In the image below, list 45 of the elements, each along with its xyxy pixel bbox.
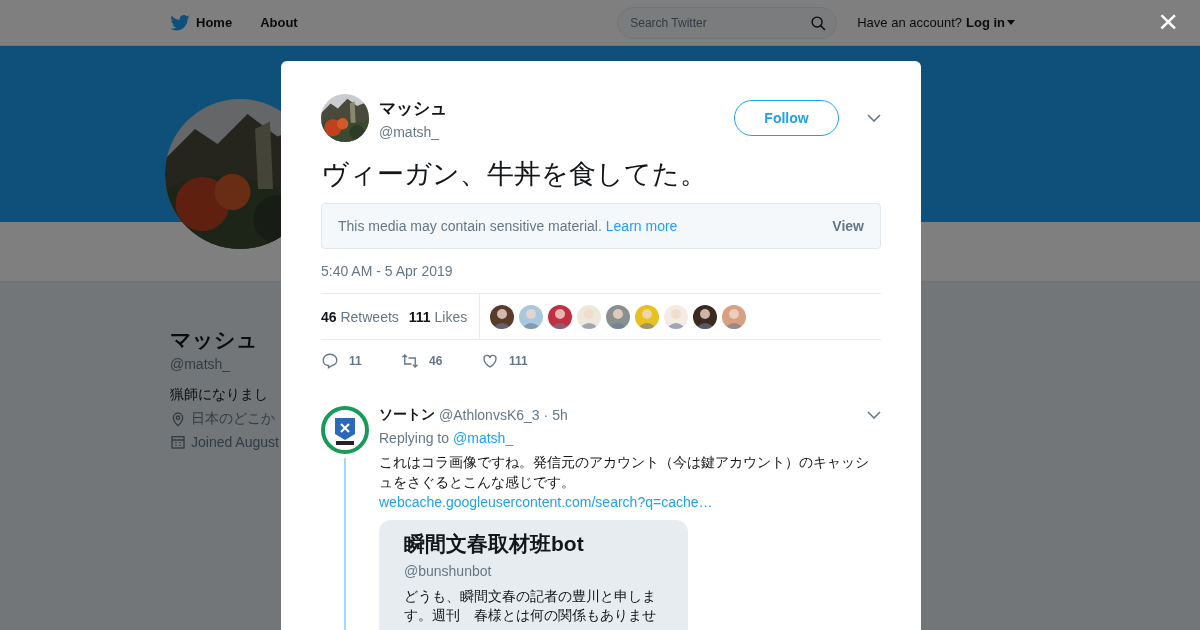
calendar-icon (170, 434, 186, 450)
close-button[interactable]: × (1158, 4, 1178, 38)
learn-more-link[interactable]: Learn more (605, 218, 678, 234)
search-icon (810, 14, 828, 32)
chevron-down-icon[interactable] (867, 114, 881, 122)
tweet-text: ヴィーガン、牛丼を食してた。 (321, 158, 708, 191)
reply-button[interactable]: 11 (321, 352, 401, 370)
reply-avatar-icon (321, 406, 369, 454)
profile-location: 日本のどこか (191, 410, 275, 428)
reply-text: これはコラ画像ですね。発信元のアカウント（今は鍵アカウント）のキャッシュをさぐるとこんな感じです。 (379, 453, 870, 492)
nav-link[interactable]: About (260, 15, 298, 30)
chevron-down-icon[interactable] (867, 411, 881, 419)
profile-name: マッシュ (170, 327, 259, 353)
author-name[interactable]: マッシュ (379, 96, 724, 120)
quoted-name: 瞬間文春取材班bot (404, 531, 585, 557)
bird-icon (170, 14, 190, 31)
view-button[interactable]: View (832, 218, 864, 234)
stat-link[interactable]: 46 Retweets (321, 308, 399, 325)
retweet-button[interactable]: 46 (401, 352, 481, 370)
replying-to-label: Replying to (379, 430, 450, 446)
nav-link[interactable]: Home (170, 14, 233, 31)
account-prompt: Have an account? (857, 15, 962, 30)
caret-icon (1007, 20, 1015, 25)
profile-joined: Joined August (191, 434, 279, 450)
follow-button[interactable]: Follow (734, 100, 839, 136)
url-link[interactable]: webcache.googleusercontent.com/search?q=cache… (379, 492, 881, 512)
stat-link[interactable]: 111 Likes (408, 308, 468, 325)
reply-time: · 5h (543, 407, 568, 423)
profile-handle: @matsh_ (170, 356, 232, 372)
heart-icon (481, 352, 499, 370)
author-handle[interactable]: @matsh_ (379, 123, 724, 140)
tweet-timestamp: 5:40 AM - 5 Apr 2019 (321, 263, 454, 279)
like-button[interactable]: 111 (481, 352, 561, 370)
mention-link[interactable]: @matsh_ (453, 430, 514, 446)
reply-icon (321, 352, 339, 370)
search-field[interactable]: Search Twitter (617, 6, 838, 39)
login-link[interactable]: Log in (966, 15, 1005, 30)
retweet-icon (401, 352, 419, 370)
reply-author-name[interactable]: ソートン (379, 406, 435, 424)
profile-bio: 猟師になりまし (170, 386, 269, 404)
location-pin-icon (170, 411, 186, 427)
quoted-handle: @bunshunbot (404, 563, 493, 579)
notice-text: This media may contain sensitive material. (338, 218, 602, 234)
quoted-text: どうも、瞬間文春の記者の豊川と申します。週刊 春様とは何の関係もありませ (404, 587, 657, 625)
reply-author-handle[interactable]: @AthlonvsK6_3 (439, 407, 540, 423)
